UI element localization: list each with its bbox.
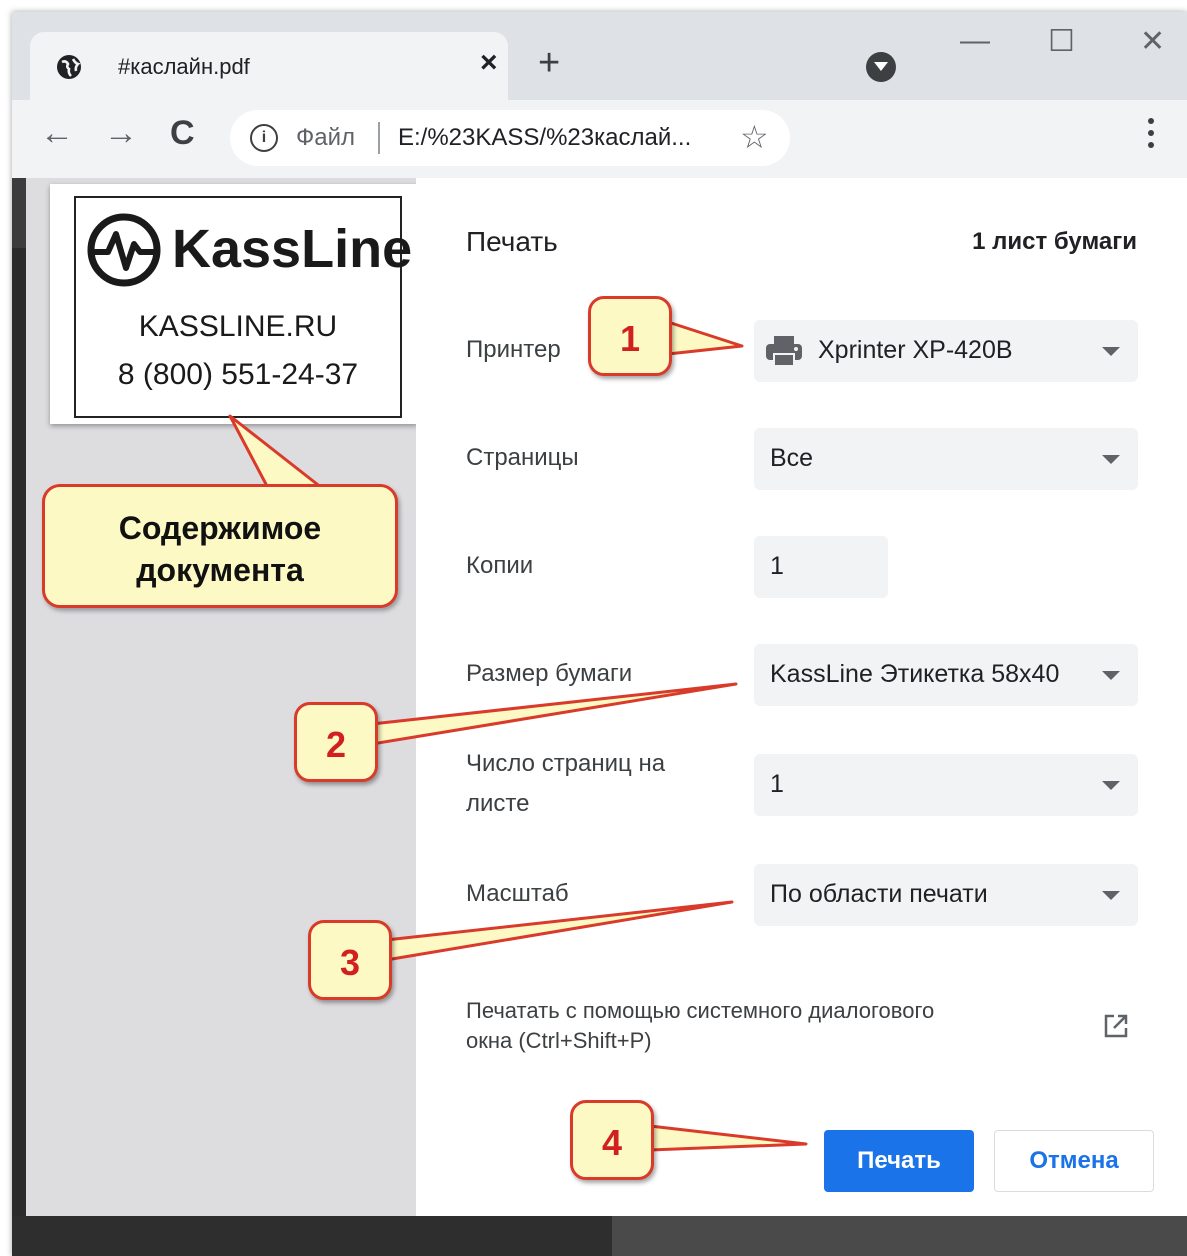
step-badge-3: 3 bbox=[308, 920, 392, 1000]
callout-line2: документа bbox=[136, 552, 304, 588]
step-badge-2: 2 bbox=[294, 702, 378, 782]
arrow-3 bbox=[384, 900, 734, 962]
annotation-arrows bbox=[228, 320, 808, 1152]
arrow-2 bbox=[370, 682, 738, 746]
step-badge-1: 1 bbox=[588, 296, 672, 376]
document-content-callout: Содержимое документа bbox=[42, 484, 398, 608]
arrow-4 bbox=[648, 1124, 808, 1152]
callout-pointer bbox=[228, 414, 324, 490]
arrow-1 bbox=[666, 320, 744, 356]
callout-line1: Содержимое bbox=[118, 510, 322, 546]
step-badge-4: 4 bbox=[570, 1100, 654, 1180]
